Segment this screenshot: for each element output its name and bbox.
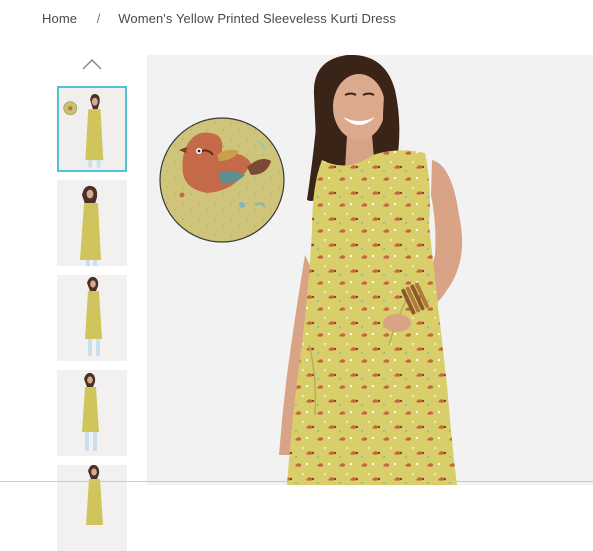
breadcrumb-home-link[interactable]: Home: [42, 11, 77, 26]
breadcrumb-current: Women's Yellow Printed Sleeveless Kurti …: [118, 11, 396, 26]
thumbnail-5[interactable]: [57, 465, 127, 551]
thumbnail-image: [59, 88, 125, 170]
breadcrumb: Home / Women's Yellow Printed Sleeveless…: [42, 11, 396, 26]
thumbnail-4[interactable]: [57, 370, 127, 456]
divider: [0, 481, 593, 482]
thumbnail-2[interactable]: [57, 180, 127, 266]
thumbnail-prev-button[interactable]: [81, 56, 103, 72]
breadcrumb-separator: /: [96, 11, 101, 26]
thumbnail-image: [57, 465, 127, 551]
main-product-image[interactable]: [147, 55, 593, 485]
chevron-up-icon: [82, 58, 102, 70]
thumbnail-3[interactable]: [57, 275, 127, 361]
thumbnail-image: [57, 370, 127, 456]
thumbnail-image: [57, 180, 127, 266]
thumbnail-1[interactable]: [57, 86, 127, 172]
product-photo: [147, 55, 593, 485]
thumbnail-image: [57, 275, 127, 361]
